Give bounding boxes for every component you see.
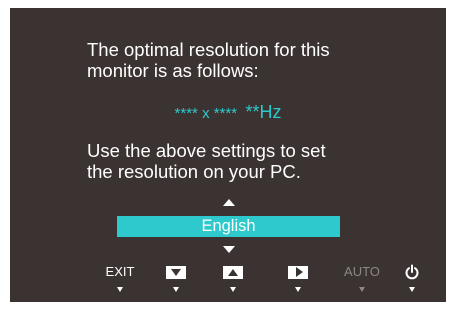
right-arrow-icon [288, 265, 308, 279]
pointer-icon [117, 287, 123, 292]
message-line: The optimal resolution for this [87, 39, 330, 60]
power-button[interactable] [392, 262, 432, 302]
resolution-value: **** x **** [174, 105, 238, 122]
auto-label: AUTO [344, 264, 380, 279]
pointer-icon [295, 287, 301, 292]
down-arrow-icon [166, 265, 186, 279]
exit-button[interactable]: EXIT [100, 262, 140, 302]
message-line: monitor is as follows: [87, 60, 259, 81]
refresh-rate-value: **Hz [245, 102, 282, 122]
resolution-message: The optimal resolution for this monitor … [87, 39, 330, 81]
up-button[interactable] [213, 262, 253, 302]
enter-button[interactable] [278, 262, 318, 302]
exit-label: EXIT [105, 264, 135, 279]
down-button[interactable] [156, 262, 196, 302]
instruction-message: Use the above settings to set the resolu… [87, 140, 326, 182]
optimal-resolution: **** x **** **Hz [0, 102, 456, 124]
power-icon [405, 264, 419, 280]
auto-button: AUTO [342, 262, 382, 302]
pointer-icon [359, 287, 365, 292]
message-line: the resolution on your PC. [87, 161, 301, 182]
language-down-arrow-icon[interactable] [223, 246, 235, 253]
language-up-arrow-icon[interactable] [223, 199, 235, 206]
pointer-icon [409, 287, 415, 292]
pointer-icon [230, 287, 236, 292]
message-line: Use the above settings to set [87, 140, 326, 161]
up-arrow-icon [223, 265, 243, 279]
pointer-icon [173, 287, 179, 292]
language-selector[interactable]: English [117, 216, 340, 237]
